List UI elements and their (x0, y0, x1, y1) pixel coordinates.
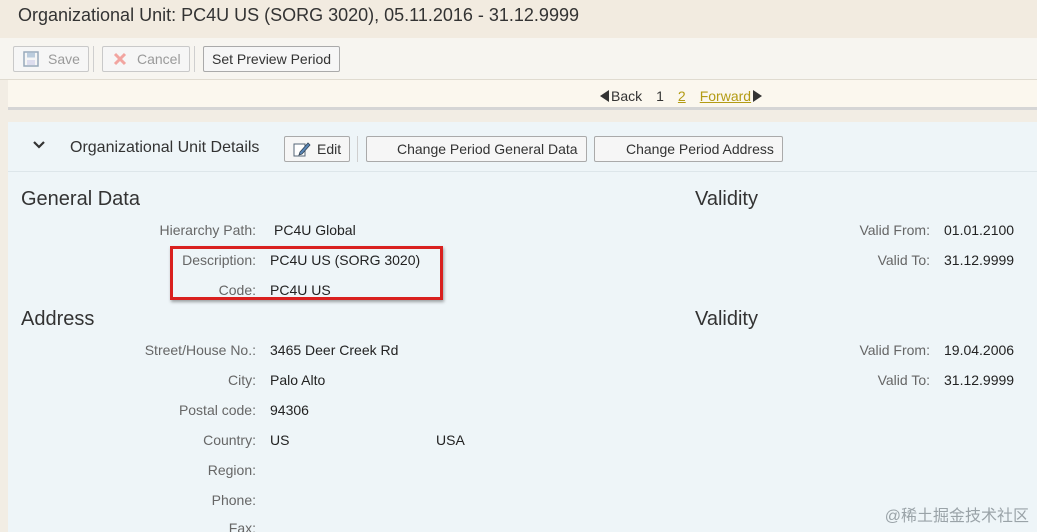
save-label: Save (48, 51, 80, 67)
close-icon (111, 50, 129, 68)
toolbar: Save Cancel Set Preview Period (0, 38, 1037, 80)
edit-label: Edit (317, 141, 342, 157)
hierarchy-path-value: PC4U Global (274, 222, 356, 238)
country-code-value: US (270, 432, 290, 448)
general-data-heading: General Data (21, 188, 140, 210)
page-2-link[interactable]: 2 (678, 88, 686, 104)
general-validity-heading: Validity (695, 188, 758, 210)
watermark: @稀土掘金技术社区 (884, 508, 1029, 525)
city-label: City: (228, 372, 256, 388)
highlight-annotation-box (170, 246, 443, 300)
country-label: Country: (203, 432, 256, 448)
region-label: Region: (207, 462, 256, 478)
address-valid-to-label: Valid To: (877, 372, 930, 388)
valid-to-label: Valid To: (877, 252, 930, 268)
title-bar: Organizational Unit: PC4U US (SORG 3020)… (0, 0, 1037, 38)
pager: Back 1 2 Forward (600, 88, 763, 104)
page-1: 1 (656, 88, 664, 104)
toolbar-divider (93, 46, 94, 72)
change-period-general-data-button[interactable]: Change Period General Data (366, 136, 587, 162)
city-value: Palo Alto (270, 372, 326, 388)
fax-label: Fax: (228, 520, 256, 532)
phone-label: Phone: (211, 492, 256, 508)
save-button[interactable]: Save (13, 46, 89, 72)
forward-link[interactable]: Forward (700, 88, 751, 104)
address-heading: Address (21, 308, 95, 330)
country-name-value: USA (436, 432, 465, 448)
postal-code-value: 94306 (270, 402, 309, 418)
address-valid-to-value: 31.12.9999 (944, 372, 1015, 388)
cancel-button[interactable]: Cancel (102, 46, 190, 72)
address-valid-from-label: Valid From: (859, 342, 930, 358)
change-period-address-button[interactable]: Change Period Address (594, 136, 783, 162)
forward-arrow-icon[interactable] (753, 90, 763, 102)
chevron-down-icon[interactable] (32, 138, 46, 152)
details-panel: Organizational Unit Details Edit Change … (8, 122, 1037, 532)
toolbar-divider (194, 46, 195, 72)
edit-icon (293, 141, 311, 157)
set-preview-period-button[interactable]: Set Preview Period (203, 46, 341, 72)
street-value: 3465 Deer Creek Rd (270, 342, 399, 358)
section-title: Organizational Unit Details (70, 139, 260, 156)
hierarchy-path-label: Hierarchy Path: (159, 222, 256, 238)
valid-to-value: 31.12.9999 (944, 252, 1015, 268)
valid-from-value: 01.01.2100 (944, 222, 1015, 238)
header-divider (357, 136, 358, 162)
page-title: Organizational Unit: PC4U US (SORG 3020)… (18, 5, 579, 25)
valid-from-label: Valid From: (859, 222, 930, 238)
address-validity-heading: Validity (695, 308, 758, 330)
street-label: Street/House No.: (144, 342, 256, 358)
section-header: Organizational Unit Details Edit Change … (8, 122, 1037, 172)
back-arrow-icon[interactable] (600, 90, 609, 102)
cancel-label: Cancel (137, 51, 181, 67)
back-link[interactable]: Back (611, 88, 642, 104)
edit-button[interactable]: Edit (284, 136, 351, 162)
address-valid-from-value: 19.04.2006 (944, 342, 1015, 358)
postal-code-label: Postal code: (178, 402, 256, 418)
save-icon (22, 50, 40, 68)
pager-bar: Back 1 2 Forward (8, 80, 1037, 110)
